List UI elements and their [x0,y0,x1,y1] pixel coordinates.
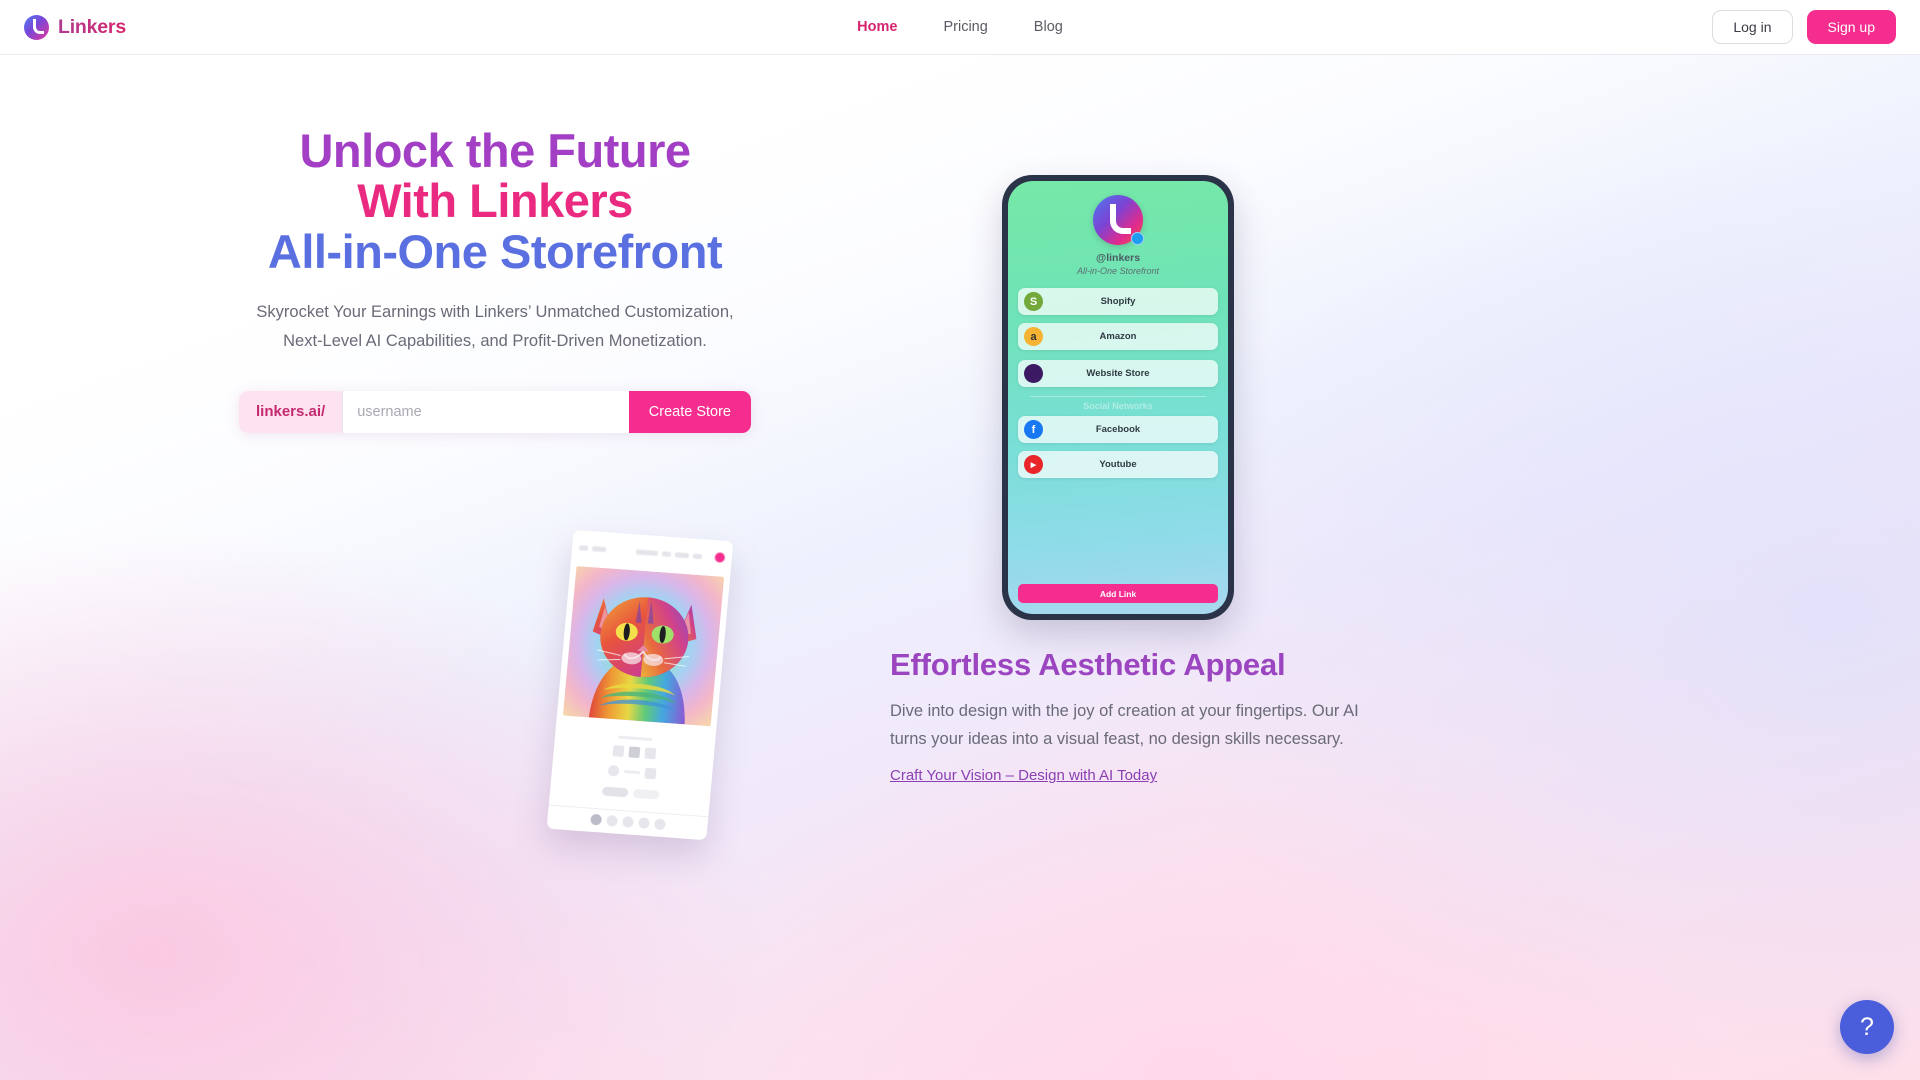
link-label: Amazon [1099,331,1137,342]
website-links-list: Website Store [1018,360,1218,387]
headline-line-3: All-in-One Storefront [267,224,723,278]
domain-prefix-label: linkers.ai/ [239,390,343,433]
link-label: Shopify [1100,296,1136,307]
profile-tagline: All-in-One Storefront [1076,266,1160,276]
verified-badge-icon [1131,232,1144,245]
text-tool-icon[interactable] [605,814,618,827]
question-mark-icon: ? [1860,1012,1874,1041]
list-item[interactable]: S Shopify [1018,288,1218,315]
facebook-icon: f [1024,420,1043,439]
nav-links: Home Pricing Blog [857,19,1063,35]
toolbar-chip-icon [635,548,659,556]
feature-cta-link[interactable]: Craft Your Vision – Design with AI Today [890,767,1157,784]
style-swatch-icon[interactable] [607,764,620,777]
action-row[interactable] [550,783,710,804]
store-links-list: S Shopify a Amazon [1018,288,1218,350]
nav-item-pricing[interactable]: Pricing [943,19,987,35]
aspect-portrait-icon[interactable] [627,746,640,759]
aspect-ratio-row[interactable] [554,741,715,764]
linkers-logo-icon [24,14,49,40]
list-item[interactable]: ▶ Youtube [1018,451,1218,478]
bottom-toolbar[interactable] [547,804,709,834]
toolbar-chip-icon [579,544,589,551]
nav-actions: Log in Sign up [1712,10,1896,44]
feature-title: Effortless Aesthetic Appeal [890,646,1286,682]
feature-visual [0,529,890,881]
generate-button[interactable] [601,786,629,798]
toolbar-chip-icon [674,551,690,558]
youtube-icon: ▶ [1024,455,1043,474]
phone-screen: @linkers All-in-One Storefront S Shopify… [1008,181,1228,614]
page-title: Unlock the Future With Linkers All-in-On… [0,124,990,278]
record-dot-icon [714,552,726,563]
sticker-tool-icon[interactable] [621,816,634,828]
aspect-landscape-icon[interactable] [643,747,656,760]
editor-tool-panel [547,715,717,840]
help-button[interactable]: ? [1840,1000,1894,1054]
list-item[interactable]: f Facebook [1018,416,1218,443]
ai-generated-image [562,566,725,727]
ai-design-phone-mockup [546,529,734,841]
brand-name: Linkers [58,15,126,38]
magic-tool-icon[interactable] [637,817,650,829]
social-links-list: f Facebook ▶ Youtube [1018,416,1218,478]
username-input[interactable] [342,390,629,433]
amazon-icon: a [1024,327,1043,346]
clear-button[interactable] [632,788,660,800]
list-item[interactable]: a Amazon [1018,323,1218,350]
feature-copy: Effortless Aesthetic Appeal Dive into de… [890,647,1450,786]
list-item[interactable]: Website Store [1018,360,1218,387]
hero-section: Unlock the Future With Linkers All-in-On… [0,55,1920,620]
link-label: Website Store [1086,368,1150,379]
style-option-icon[interactable] [644,767,657,780]
aspect-square-icon[interactable] [611,745,624,757]
create-store-form: linkers.ai/ Create Store [239,390,751,433]
toolbar-chip-icon [692,553,703,559]
signup-button[interactable]: Sign up [1806,10,1896,44]
social-networks-section-label: Social Networks [1030,396,1206,411]
profile-avatar-wrap [1093,195,1144,245]
rainbow-cat-illustration [588,597,697,725]
shopify-icon: S [1024,292,1043,311]
placeholder-line [618,735,653,741]
feature-body: Dive into design with the joy of creatio… [890,701,1359,748]
brand-logo[interactable]: Linkers [24,14,126,40]
nav-item-blog[interactable]: Blog [1034,19,1063,35]
hero-subheading: Skyrocket Your Earnings with Linkers’ Un… [256,303,734,350]
headline-line-1: Unlock the Future [299,124,691,177]
hero-copy: Unlock the Future With Linkers All-in-On… [0,124,990,433]
headline-line-2: With Linkers [357,174,633,228]
link-label: Facebook [1095,424,1141,435]
create-store-button[interactable]: Create Store [628,390,751,433]
nav-item-home[interactable]: Home [857,19,897,35]
placeholder-line [623,770,641,775]
brush-tool-icon[interactable] [589,813,602,826]
link-label: Youtube [1099,459,1137,470]
style-row[interactable] [552,761,713,784]
profile-handle: @linkers [1095,252,1141,264]
toolbar-chip-icon [591,545,607,552]
website-store-icon [1024,364,1043,383]
feature-section: Effortless Aesthetic Appeal Dive into de… [0,529,1920,881]
top-navbar: Linkers Home Pricing Blog Log in Sign up [0,0,1920,55]
login-button[interactable]: Log in [1712,10,1793,44]
layers-tool-icon[interactable] [653,818,666,831]
toolbar-chip-icon [661,550,672,557]
